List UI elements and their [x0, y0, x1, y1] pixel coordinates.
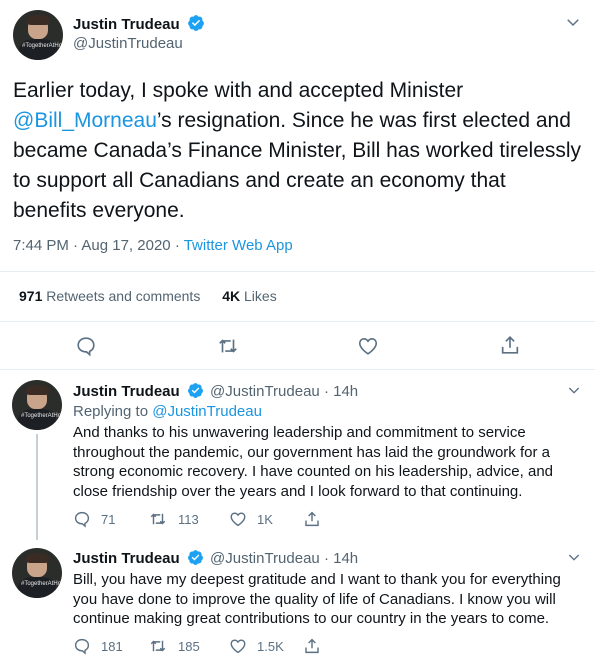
comment-icon [74, 511, 90, 528]
reply-share-button[interactable] [303, 510, 321, 528]
mention-link[interactable]: @Bill_Morneau [13, 109, 157, 132]
reply-avatar[interactable]: #TogetherAtHome [12, 548, 62, 598]
tweet-date[interactable]: Aug 17, 2020 [81, 237, 170, 254]
thread-connector [36, 434, 38, 540]
verified-badge-icon [187, 550, 203, 565]
avatar-caption: #TogetherAtHome [21, 413, 62, 419]
reply-like-button[interactable]: 1.5K [229, 637, 284, 655]
retweets-stat[interactable]: 971 Retweets and comments [19, 288, 200, 304]
chevron-down-icon[interactable] [566, 382, 582, 398]
reply-time[interactable]: · 14h [324, 383, 358, 400]
reply-author-name[interactable]: Justin Trudeau [73, 383, 180, 400]
replying-to: Replying to @JustinTrudeau [73, 403, 262, 420]
tweet-meta: 7:44 PM · Aug 17, 2020 · Twitter Web App [13, 237, 293, 254]
avatar[interactable]: #TogetherAtHome [13, 10, 63, 60]
reply-author-handle[interactable]: @JustinTrudeau [210, 550, 320, 567]
reply-comment-button[interactable]: 181 [73, 637, 123, 655]
avatar-caption: #TogetherAtHome [22, 43, 63, 49]
reply-avatar[interactable]: #TogetherAtHome [12, 380, 62, 430]
heart-icon [230, 639, 246, 654]
heart-icon[interactable] [357, 335, 379, 357]
share-icon [305, 638, 319, 654]
like-count: 1.5K [257, 638, 284, 654]
reply-header: Justin Trudeau @JustinTrudeau · 14h [73, 549, 358, 567]
reply-text: Bill, you have my deepest gratitude and … [73, 571, 561, 627]
reply-time[interactable]: · 14h [324, 550, 358, 567]
verified-badge-icon [187, 383, 203, 398]
reply-retweet-button[interactable]: 185 [148, 637, 200, 655]
reply-author-name[interactable]: Justin Trudeau [73, 550, 180, 567]
author-handle[interactable]: @JustinTrudeau [73, 35, 183, 52]
tweet-stats: 971 Retweets and comments 4K Likes [19, 288, 277, 304]
share-icon [305, 511, 319, 527]
comment-icon [74, 638, 90, 655]
tweet-text: Earlier today, I spoke with and accepted… [13, 79, 582, 222]
reply-retweet-button[interactable]: 113 [148, 510, 199, 528]
retweet-icon [150, 640, 166, 652]
reply-share-button[interactable] [303, 637, 321, 655]
chevron-down-icon[interactable] [564, 13, 582, 31]
like-count: 1K [257, 511, 273, 527]
reply-header: Justin Trudeau @JustinTrudeau · 14h [73, 382, 358, 400]
comment-icon[interactable] [75, 335, 97, 357]
reply-text: And thanks to his unwavering leadership … [73, 424, 553, 500]
verified-badge-icon [188, 15, 205, 31]
reply-author-handle[interactable]: @JustinTrudeau [210, 383, 320, 400]
comment-count: 71 [101, 511, 116, 527]
comment-count: 181 [101, 638, 123, 654]
tweet-time[interactable]: 7:44 PM [13, 237, 69, 254]
chevron-down-icon[interactable] [566, 549, 582, 565]
reply-comment-button[interactable]: 71 [73, 510, 115, 528]
retweet-icon[interactable] [216, 335, 240, 357]
retweet-icon [150, 513, 166, 525]
retweet-count: 185 [178, 638, 200, 654]
tweet-source[interactable]: Twitter Web App [184, 237, 293, 254]
likes-stat[interactable]: 4K Likes [222, 288, 276, 304]
retweet-count: 113 [178, 511, 199, 527]
avatar-caption: #TogetherAtHome [21, 581, 62, 587]
author-name[interactable]: Justin Trudeau [73, 14, 205, 34]
heart-icon [230, 512, 246, 527]
reply-like-button[interactable]: 1K [229, 510, 273, 528]
share-icon[interactable] [499, 334, 521, 356]
replying-to-handle[interactable]: @JustinTrudeau [152, 403, 262, 420]
